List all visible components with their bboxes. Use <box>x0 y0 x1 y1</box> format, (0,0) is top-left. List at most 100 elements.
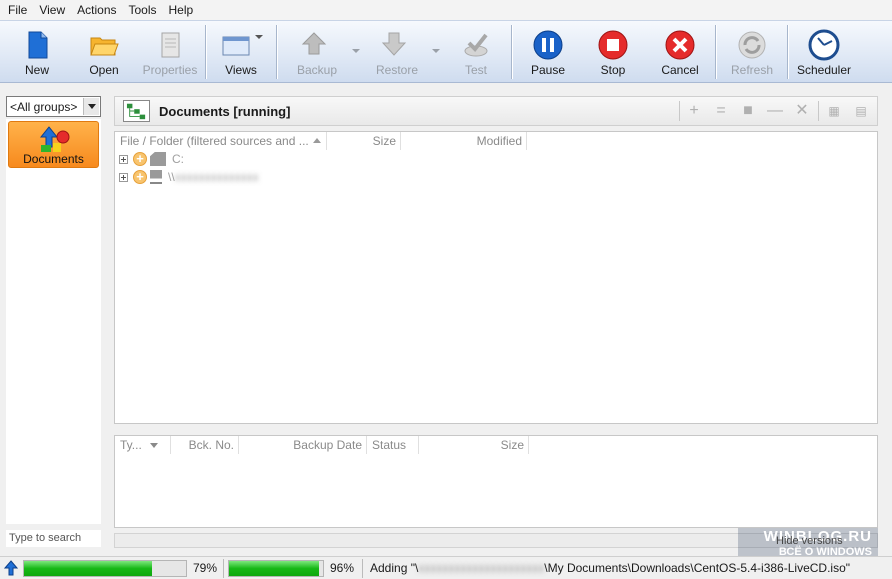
clock-icon <box>808 29 840 61</box>
test-check-icon <box>464 33 488 57</box>
close-icon[interactable]: ✕ <box>793 102 811 120</box>
pause-button[interactable]: Pause <box>522 21 574 83</box>
restore-label: Restore <box>375 63 419 77</box>
cancel-label: Cancel <box>661 63 699 77</box>
square-icon[interactable]: ■ <box>739 102 757 120</box>
properties-icon <box>161 32 180 58</box>
sort-descending-icon <box>149 443 158 448</box>
restore-button[interactable]: Restore <box>368 21 440 83</box>
job-item-documents[interactable]: Documents <box>8 121 99 168</box>
column-backup-number[interactable]: Bck. No. <box>171 436 239 454</box>
views-label: Views <box>225 63 257 77</box>
versions-header: Ty... Bck. No. Backup Date Status Size <box>115 436 877 454</box>
menu-actions[interactable]: Actions <box>71 0 122 20</box>
column-backup-date[interactable]: Backup Date <box>239 436 367 454</box>
status-message-prefix: Adding "\ <box>370 561 419 575</box>
status-message-path: \My Documents\Downloads\CentOS-5.4-i386-… <box>544 561 851 575</box>
equals-icon[interactable]: = <box>712 102 730 120</box>
network-drive-icon <box>150 170 162 184</box>
column-version-size[interactable]: Size <box>419 436 529 454</box>
sort-ascending-icon <box>312 138 321 143</box>
column-modified[interactable]: Modified <box>401 132 527 150</box>
overall-progress-bar <box>23 560 187 577</box>
backup-button[interactable]: Backup <box>288 21 360 83</box>
file-progress-bar <box>228 560 324 577</box>
search-input[interactable]: Type to search <box>6 530 101 547</box>
add-source-icon: + <box>133 152 147 166</box>
tree-row[interactable]: + C: <box>119 150 184 168</box>
stop-button[interactable]: Stop <box>588 21 638 83</box>
job-list: Documents <box>6 119 101 524</box>
expand-node-icon[interactable] <box>119 154 128 164</box>
backup-dropdown-arrow[interactable] <box>352 49 360 53</box>
cancel-icon <box>665 30 695 60</box>
toolbar-separator <box>511 25 512 79</box>
minus-icon[interactable]: — <box>766 102 784 120</box>
cancel-button[interactable]: Cancel <box>654 21 706 83</box>
chevron-down-icon[interactable] <box>83 98 99 115</box>
tree-row-label: C: <box>172 152 184 166</box>
group-select[interactable]: <All groups> <box>6 96 101 117</box>
tree-row-label: \\ <box>168 170 175 184</box>
restore-dropdown-arrow[interactable] <box>432 49 440 53</box>
job-header: Documents [running] + = ■ — ✕ ▦ ▤ <box>114 96 878 126</box>
menu-view[interactable]: View <box>33 0 71 20</box>
menu-help[interactable]: Help <box>163 0 200 20</box>
refresh-label: Refresh <box>730 63 774 77</box>
views-button[interactable]: Views <box>214 21 268 83</box>
stop-icon <box>598 30 628 60</box>
collapse-icon[interactable]: ▤ <box>852 102 870 120</box>
properties-label: Properties <box>142 63 198 77</box>
file-progress-fill <box>229 561 320 576</box>
versions-list: Ty... Bck. No. Backup Date Status Size <box>114 435 878 528</box>
overall-progress-text: 79% <box>193 561 218 575</box>
scheduler-button[interactable]: Scheduler <box>794 21 854 83</box>
tree-row[interactable]: + \\ xxxxxxxxxxxxxx <box>119 168 259 186</box>
header-separator <box>679 101 680 121</box>
column-file-folder[interactable]: File / Folder (filtered sources and ... <box>115 132 327 150</box>
redacted-text: xxxxxxxxxxxxxxxxxxxxx <box>418 561 545 575</box>
test-label: Test <box>464 63 487 77</box>
folder-open-icon <box>90 37 119 56</box>
column-status[interactable]: Status <box>367 436 419 454</box>
views-dropdown-arrow[interactable] <box>255 35 263 39</box>
column-type-label: Ty... <box>120 438 142 452</box>
open-label: Open <box>89 63 119 77</box>
toolbar: New Open Properties Views Backup Restore… <box>0 20 892 83</box>
add-icon[interactable]: + <box>685 102 703 120</box>
menu-file[interactable]: File <box>2 0 33 20</box>
status-separator <box>362 559 363 578</box>
backup-label: Backup <box>296 63 338 77</box>
toolbar-separator <box>276 25 277 79</box>
page-title: Documents [running] <box>159 104 291 119</box>
expand-node-icon[interactable] <box>119 172 128 182</box>
header-separator <box>818 101 819 121</box>
new-document-icon <box>28 31 48 59</box>
overall-progress-fill <box>24 561 152 576</box>
pause-icon <box>533 30 563 60</box>
new-button[interactable]: New <box>14 21 60 83</box>
upload-arrow-icon <box>4 560 18 576</box>
test-button[interactable]: Test <box>452 21 500 83</box>
menu-tools[interactable]: Tools <box>123 0 163 20</box>
expand-icon[interactable]: ▦ <box>825 102 843 120</box>
scheduler-label: Scheduler <box>796 63 852 77</box>
hide-versions-link[interactable]: Hide versions <box>776 535 843 547</box>
pause-label: Pause <box>530 63 566 77</box>
group-select-value: <All groups> <box>10 99 78 114</box>
properties-button[interactable]: Properties <box>139 21 201 83</box>
column-size[interactable]: Size <box>327 132 401 150</box>
open-button[interactable]: Open <box>80 21 128 83</box>
column-type[interactable]: Ty... <box>115 436 171 454</box>
refresh-button[interactable]: Refresh <box>724 21 780 83</box>
add-source-icon: + <box>133 170 147 184</box>
drive-icon <box>150 152 166 166</box>
file-tree-header: File / Folder (filtered sources and ... … <box>115 132 877 150</box>
job-tree-icon <box>123 100 150 122</box>
toolbar-separator <box>715 25 716 79</box>
refresh-icon <box>738 31 766 59</box>
file-progress-text: 96% <box>330 561 355 575</box>
views-icon <box>222 36 250 56</box>
menu-bar: File View Actions Tools Help <box>0 0 892 20</box>
restore-download-icon <box>381 32 407 56</box>
